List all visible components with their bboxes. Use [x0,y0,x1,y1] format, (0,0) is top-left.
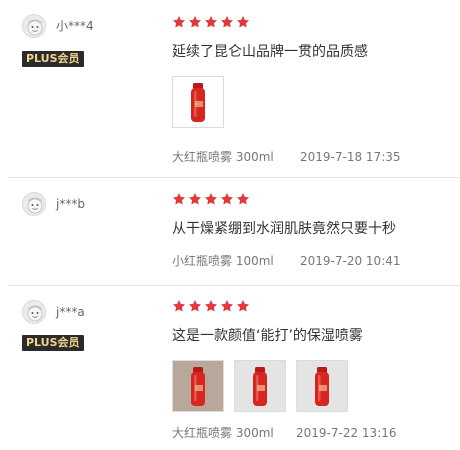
star-rating [172,299,250,315]
red-bottle-photo [173,77,223,127]
review-username: j***b [56,197,85,211]
star-icon [204,193,218,205]
review-image-thumbnail[interactable] [172,76,224,128]
star-icon [204,16,218,28]
product-variant: 小红瓶喷雾 100ml [172,254,274,268]
star-icon [236,193,250,205]
avatar[interactable] [22,14,46,38]
product-variant: 大红瓶喷雾 300ml [172,426,274,440]
review-images [172,360,348,412]
review-meta: 大红瓶喷雾 300ml 2019-7-22 13:16 [172,426,397,440]
star-icon [236,300,250,312]
review-images [172,76,224,128]
star-rating [172,15,250,31]
avatar-face-icon [23,301,45,323]
star-icon [172,300,186,312]
star-icon [188,300,202,312]
review-item: j***a PLUS会员 这是一款颜值‘能打’的保湿喷雾 大红瓶喷雾 300ml… [0,286,460,450]
review-meta: 小红瓶喷雾 100ml 2019-7-20 10:41 [172,254,401,268]
review-meta: 大红瓶喷雾 300ml 2019-7-18 17:35 [172,150,401,164]
review-content: 这是一款颜值‘能打’的保湿喷雾 [172,328,363,344]
review-image-thumbnail[interactable] [234,360,286,412]
review-date: 2019-7-22 13:16 [296,426,397,440]
star-icon [220,193,234,205]
review-date: 2019-7-18 17:35 [300,150,401,164]
star-icon [188,16,202,28]
star-icon [204,300,218,312]
review-username: 小***4 [56,19,94,33]
review-date: 2019-7-20 10:41 [300,254,401,268]
review-content: 从干燥紧绷到水润肌肤竟然只要十秒 [172,221,396,237]
avatar-face-icon [23,193,45,215]
star-icon [220,300,234,312]
review-item: 小***4 PLUS会员 延续了昆仑山品牌一贯的品质感 大红瓶喷雾 300ml … [0,0,460,172]
star-icon [172,16,186,28]
review-item: j***b 从干燥紧绷到水润肌肤竟然只要十秒 小红瓶喷雾 100ml 2019-… [0,178,460,284]
star-icon [220,16,234,28]
avatar[interactable] [22,192,46,216]
product-variant: 大红瓶喷雾 300ml [172,150,274,164]
review-image-thumbnail[interactable] [296,360,348,412]
star-rating [172,192,250,208]
star-icon [188,193,202,205]
review-image-thumbnail[interactable] [172,360,224,412]
red-bottle-photo [235,361,285,411]
red-bottle-photo [173,361,223,411]
star-icon [236,16,250,28]
plus-member-badge: PLUS会员 [22,335,84,351]
avatar[interactable] [22,300,46,324]
review-content: 延续了昆仑山品牌一贯的品质感 [172,44,368,60]
review-username: j***a [56,305,85,319]
plus-member-badge: PLUS会员 [22,51,84,67]
star-icon [172,193,186,205]
red-bottle-photo [297,361,347,411]
avatar-face-icon [23,15,45,37]
